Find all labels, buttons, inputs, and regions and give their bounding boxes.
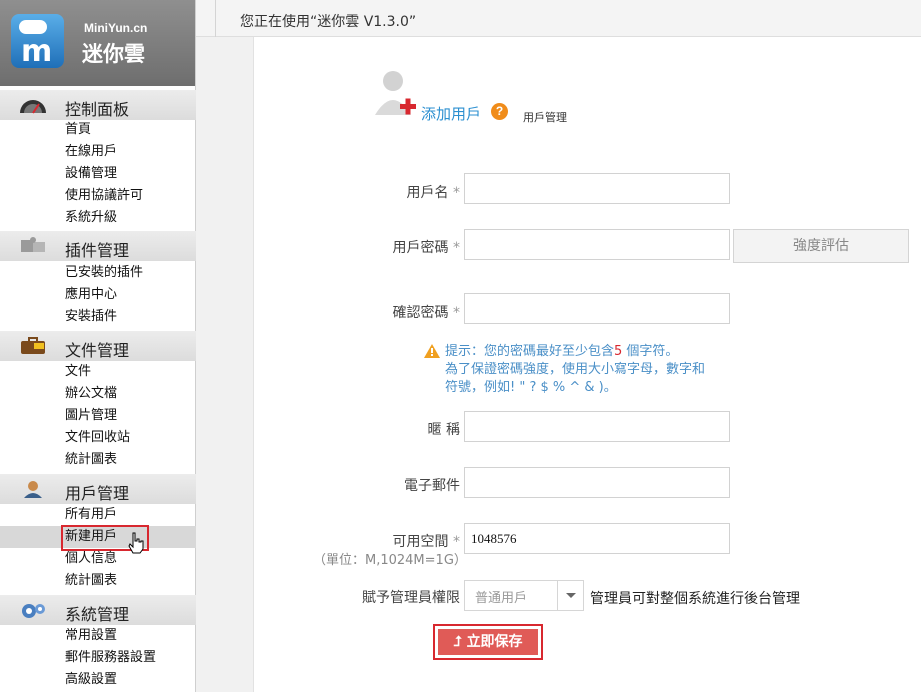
sidebar-item-license[interactable]: 使用協議許可 [0,185,196,207]
sidebar-item-user-stats[interactable]: 統計圖表 [0,570,196,592]
admin-role-value: 普通用戶 [475,591,528,606]
confirm-password-input[interactable] [464,293,730,324]
sidebar-item-files[interactable]: 文件 [0,361,196,383]
space-input[interactable]: 1048576 [464,523,730,554]
sidebar-item-advanced-settings[interactable]: 高級設置 [0,669,196,691]
sidebar-item-file-stats[interactable]: 統計圖表 [0,449,196,471]
sidebar-item-general-settings[interactable]: 常用設置 [0,625,196,647]
strength-check-button[interactable]: 強度評估 [733,229,909,263]
dashboard-icon [20,100,46,114]
section-title: 控制面板 [65,100,130,119]
save-button[interactable]: ⮥ 立即保存 [438,629,538,655]
sidebar-item-home[interactable]: 首頁 [0,119,196,141]
sidebar-item-upgrade[interactable]: 系統升級 [0,207,196,229]
save-arrow-icon: ⮥ [453,634,467,650]
section-title: 插件管理 [65,241,130,260]
gear-icon [22,604,45,618]
section-title: 系統管理 [65,605,130,624]
sidebar: m MiniYun.cn 迷你雲 控制面板 首頁 在線用戶 設備管理 使用協議許… [0,0,196,692]
section-plugins[interactable]: 插件管理 [0,231,196,261]
miniyun-logo[interactable]: m [11,14,64,69]
section-title: 文件管理 [65,341,130,360]
breadcrumb: 用戶管理 [523,111,567,124]
section-title: 用戶管理 [65,484,130,503]
warning-icon [424,344,440,358]
admin-role-select[interactable]: 普通用戶 [464,580,584,611]
puzzle-icon [21,237,45,252]
brand-site: MiniYun.cn [84,21,148,35]
divider [215,0,216,37]
brand-name: 迷你雲 [82,42,145,66]
content-gutter [196,37,254,692]
brand-header: m MiniYun.cn 迷你雲 [0,0,195,86]
sidebar-item-all-users[interactable]: 所有用戶 [0,504,196,526]
section-files[interactable]: 文件管理 [0,331,196,361]
sidebar-item-new-user[interactable]: 新建用戶 [0,525,196,554]
password-label: 用戶密碼 * [392,240,460,256]
briefcase-icon [21,337,45,354]
main-content: 添加用戶 ? 用戶管理 用戶名 * 用戶密碼 * 強度評估 確認密碼 * 提示：… [255,37,921,692]
user-icon [24,481,42,498]
sidebar-item-mail-settings[interactable]: 郵件服務器設置 [0,647,196,669]
add-user-icon [375,71,416,115]
sidebar-item-app-center[interactable]: 應用中心 [0,284,196,306]
sidebar-item-profile[interactable]: 個人信息 [0,548,196,570]
password-input[interactable] [464,229,730,260]
section-dashboard[interactable]: 控制面板 [0,90,196,120]
nickname-input[interactable] [464,411,730,442]
version-status: 您正在使用“迷你雲 V1.3.0” [240,14,417,30]
sidebar-item-installed-plugins[interactable]: 已安裝的插件 [0,262,196,284]
section-system[interactable]: 系統管理 [0,595,196,625]
password-tip: 提示：您的密碼最好至少包含5 個字符。 為了保證密碼強度，使用大小寫字母，數字和… [424,343,705,397]
section-users[interactable]: 用戶管理 [0,474,196,504]
sidebar-item-devices[interactable]: 設備管理 [0,163,196,185]
sidebar-item-install-plugin[interactable]: 安裝插件 [0,306,196,328]
chevron-down-icon [557,581,583,610]
space-unit-note: （單位：M,1024M=1G） [313,553,467,568]
email-label: 電子郵件 [404,478,460,494]
email-input[interactable] [464,467,730,498]
confirm-password-label: 確認密碼 * [392,305,460,321]
sidebar-item-office-docs[interactable]: 辦公文檔 [0,383,196,405]
sidebar-item-images[interactable]: 圖片管理 [0,405,196,427]
page-title-text: 添加用戶 [421,105,482,123]
admin-note: 管理員可對整個系統進行後台管理 [590,591,800,607]
admin-label: 賦予管理員權限 [362,590,460,606]
sidebar-item-online-users[interactable]: 在線用戶 [0,141,196,163]
help-icon[interactable]: ? [491,103,508,120]
top-bar: 您正在使用“迷你雲 V1.3.0” [196,0,921,37]
save-highlight: ⮥ 立即保存 [433,624,543,660]
sidebar-item-recycle-bin[interactable]: 文件回收站 [0,427,196,449]
username-input[interactable] [464,173,730,204]
space-label: 可用空間 * [392,534,460,550]
username-label: 用戶名 * [406,185,460,201]
nickname-label: 暱 稱 [427,422,460,438]
save-label: 立即保存 [466,634,523,650]
